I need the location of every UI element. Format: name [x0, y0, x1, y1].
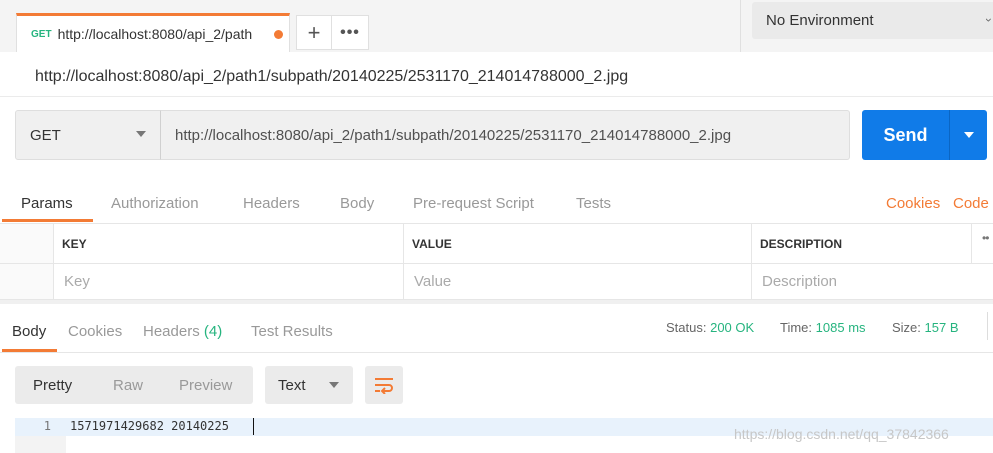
divider [987, 312, 988, 340]
view-pretty-button[interactable]: Pretty [33, 377, 72, 394]
request-name: http://localhost:8080/api_2/path1/subpat… [35, 68, 629, 85]
environment-select[interactable]: No Environment › [752, 2, 993, 39]
watermark: https://blog.csdn.net/qq_37842366 [734, 426, 949, 442]
request-tab-method: GET [31, 28, 52, 40]
tab-label: Headers [143, 323, 200, 340]
column-header-description: DESCRIPTION [752, 224, 972, 264]
tab-tests[interactable]: Tests [576, 195, 611, 212]
tab-headers[interactable]: Headers [243, 195, 300, 212]
caret-down-icon [329, 382, 339, 388]
format-value: Text [278, 376, 306, 394]
tab-pre-request-script[interactable]: Pre-request Script [413, 195, 534, 212]
size-label: Size: [892, 320, 921, 335]
tab-response-headers[interactable]: Headers (4) [143, 323, 222, 340]
column-header-key: KEY [54, 224, 404, 264]
tab-response-body[interactable]: Body [12, 323, 46, 340]
environment-value: No Environment [766, 12, 874, 29]
cookies-link[interactable]: Cookies [886, 195, 940, 212]
table-row-gutter [0, 264, 54, 300]
divider [0, 352, 993, 353]
unsaved-dot-icon [273, 29, 283, 39]
time-value: 1085 ms [815, 320, 866, 335]
format-select[interactable]: Text [265, 366, 353, 404]
request-tab[interactable]: GET http://localhost:8080/api_2/path [16, 13, 290, 52]
method-value: GET [30, 126, 61, 144]
table-gutter [0, 224, 54, 264]
response-body-text[interactable]: 1571971429682 20140225 [70, 419, 229, 433]
wrap-lines-icon [375, 378, 393, 394]
url-value: http://localhost:8080/api_2/path1/subpat… [175, 126, 732, 144]
tab-response-cookies[interactable]: Cookies [68, 323, 122, 340]
status-label: Status: [666, 320, 707, 335]
headers-count-badge: (4) [203, 323, 223, 340]
time-readout: Time: 1085 ms [780, 320, 866, 335]
new-tab-button[interactable]: + [296, 15, 332, 50]
status-value: 200 OK [710, 320, 755, 335]
param-value-input[interactable]: Value [404, 264, 752, 300]
caret-down-icon [136, 131, 146, 137]
text-cursor [253, 418, 254, 435]
divider [740, 0, 741, 52]
view-preview-button[interactable]: Preview [179, 377, 232, 394]
chevron-down-icon: › [982, 18, 993, 22]
code-link[interactable]: Code [953, 195, 989, 212]
caret-down-icon [963, 132, 974, 138]
size-readout: Size: 157 B [892, 320, 959, 335]
param-description-input[interactable]: Description [752, 264, 993, 300]
more-icon[interactable]: •• [982, 231, 989, 245]
wrap-lines-button[interactable] [365, 366, 403, 404]
line-number: 1 [43, 419, 51, 433]
view-raw-button[interactable]: Raw [113, 377, 143, 394]
request-tabs: Params Authorization Headers Body Pre-re… [0, 186, 993, 222]
status-readout: Status: 200 OK [666, 320, 754, 335]
tab-test-results[interactable]: Test Results [251, 323, 333, 340]
size-value: 157 B [924, 320, 959, 335]
tab-options-button[interactable]: ••• [332, 15, 369, 50]
tab-authorization[interactable]: Authorization [111, 195, 199, 212]
request-tab-title: http://localhost:8080/api_2/path [57, 26, 253, 42]
send-options-button[interactable] [949, 110, 987, 160]
param-key-input[interactable]: Key [54, 264, 404, 300]
tab-body[interactable]: Body [340, 195, 374, 212]
divider [0, 300, 993, 304]
plus-icon: + [307, 19, 321, 45]
active-tab-indicator [2, 219, 93, 222]
time-label: Time: [780, 320, 813, 335]
divider [0, 96, 993, 97]
method-select[interactable]: GET [15, 110, 161, 160]
column-header-value: VALUE [404, 224, 752, 264]
more-icon: ••• [340, 23, 360, 41]
tab-params[interactable]: Params [21, 195, 73, 212]
url-input[interactable]: http://localhost:8080/api_2/path1/subpat… [160, 110, 850, 160]
send-button[interactable]: Send [862, 110, 949, 160]
